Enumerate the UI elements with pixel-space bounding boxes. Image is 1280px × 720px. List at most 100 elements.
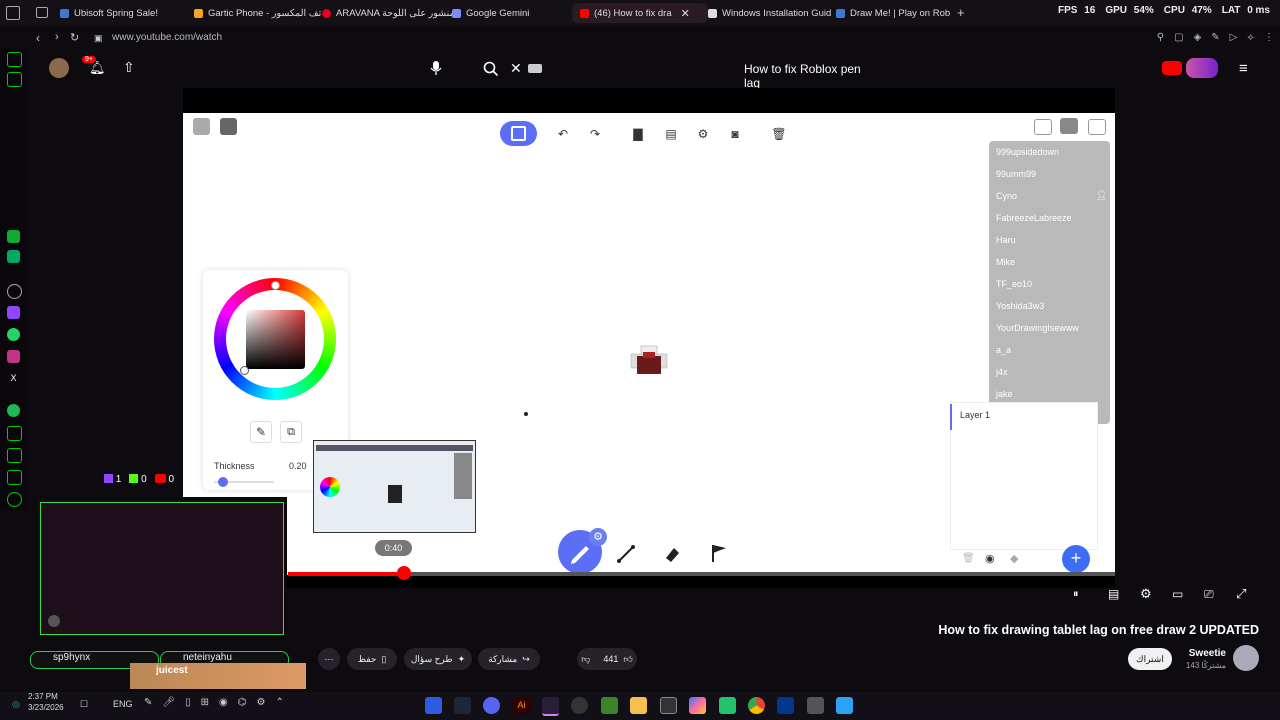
theater-mode-icon[interactable]: ▭ xyxy=(1172,587,1183,601)
tray-app-icon[interactable]: ◎ xyxy=(12,699,20,710)
taskbar-app-icon[interactable] xyxy=(425,697,442,714)
eraser-icon[interactable] xyxy=(661,543,683,565)
extensions-icon[interactable]: ⟡ xyxy=(1247,32,1254,43)
save-icon[interactable]: ▇ xyxy=(627,124,649,144)
play-icon[interactable]: ▷ xyxy=(1230,32,1238,43)
obs-icon[interactable] xyxy=(571,697,588,714)
tab-ubisoft[interactable]: Ubisoft Spring Sale! xyxy=(52,3,188,23)
notification-icon[interactable]: ☐ xyxy=(80,699,88,710)
tab-gartic-phone[interactable]: Gartic Phone - لعبة الهاتف المكسور xyxy=(186,3,322,23)
search-input[interactable]: How to fix Roblox pen lag xyxy=(744,62,864,90)
ask-button[interactable]: طرح سؤال ✦ xyxy=(404,648,472,670)
save-video-button[interactable]: حفظ ▯ xyxy=(347,648,397,670)
saturation-value-picker[interactable] xyxy=(246,310,305,369)
show-hidden-icon[interactable]: ⌃ xyxy=(275,697,283,708)
shield-icon[interactable]: ◈ xyxy=(1194,32,1202,43)
stats-icon[interactable] xyxy=(7,230,20,243)
extension-pin-icon[interactable]: ⚲ xyxy=(1157,32,1164,43)
microphone-icon[interactable] xyxy=(429,60,443,76)
battery-tray-icon[interactable]: ▯ xyxy=(185,697,191,708)
subtitles-icon[interactable]: ▤ xyxy=(1108,587,1119,601)
layer-delete-icon[interactable]: 🗑︎ xyxy=(962,553,975,564)
whatsapp-icon[interactable] xyxy=(7,328,20,341)
like-icon[interactable]: 👍︎ xyxy=(623,654,632,665)
cast-icon[interactable]: ⎚ xyxy=(1204,587,1214,602)
notes-icon[interactable] xyxy=(7,448,22,463)
trash-icon[interactable]: 🗑︎ xyxy=(768,124,790,144)
diamond-icon[interactable] xyxy=(7,470,22,485)
active-app-icon[interactable] xyxy=(542,697,559,716)
translate-icon[interactable]: ✎ xyxy=(1211,32,1219,43)
fullscreen-icon[interactable]: ⤢ xyxy=(1236,586,1246,602)
chrome-icon[interactable] xyxy=(748,697,765,714)
screenshot-icon[interactable]: ▢ xyxy=(1174,32,1183,43)
back-icon[interactable]: ‹ xyxy=(36,31,40,45)
channel-name[interactable]: Sweetie xyxy=(1189,648,1226,659)
more-actions-button[interactable]: ⋯ xyxy=(318,648,340,670)
home-icon[interactable] xyxy=(7,52,22,67)
player-name[interactable]: jake xyxy=(996,389,1013,399)
x-icon[interactable]: X xyxy=(7,372,20,385)
settings-toggle-icon[interactable] xyxy=(1088,119,1106,135)
forward-icon[interactable]: › xyxy=(55,31,59,43)
players-toggle-icon[interactable] xyxy=(1060,118,1078,134)
player-name[interactable]: 99umm99 xyxy=(996,169,1036,179)
chat-toggle-icon[interactable] xyxy=(220,118,237,135)
avatar[interactable] xyxy=(49,58,69,78)
progress-scrubber[interactable] xyxy=(397,566,411,580)
copy-color-icon[interactable]: ⧉ xyxy=(280,421,302,443)
wifi-tray-icon[interactable]: ⌬ xyxy=(238,697,247,708)
copilot-icon[interactable] xyxy=(689,697,706,714)
hue-handle[interactable] xyxy=(271,281,280,290)
mic-tray-icon[interactable]: 🎤︎ xyxy=(162,697,175,708)
settings-tray-icon[interactable]: ⚙ xyxy=(256,697,265,708)
dislike-icon[interactable]: 👎︎ xyxy=(581,654,590,665)
pen-tray-icon[interactable]: ✎ xyxy=(144,697,152,708)
tab-draw-me[interactable]: Draw Me! | Play on Rob xyxy=(828,3,968,23)
view-toggle-icon[interactable] xyxy=(1034,119,1052,135)
gear-icon[interactable]: ⚙ xyxy=(692,124,714,144)
volume-tray-icon[interactable]: ◉ xyxy=(219,697,228,708)
discord-icon[interactable] xyxy=(483,697,500,714)
twitch-icon[interactable] xyxy=(7,306,20,319)
add-layer-button[interactable]: + xyxy=(1062,545,1090,573)
clock-time[interactable]: 2:37 PM xyxy=(28,692,58,701)
store-icon[interactable] xyxy=(660,697,677,714)
clipboard-icon[interactable]: ▤ xyxy=(660,124,682,144)
spotify-icon[interactable] xyxy=(7,404,20,417)
clock-date[interactable]: 3/23/2026 xyxy=(28,703,64,712)
player-name[interactable]: Yoshida3w3 xyxy=(996,301,1044,311)
layer-visibility-icon[interactable]: ◉ xyxy=(985,552,995,565)
clear-search-icon[interactable]: ✕ xyxy=(510,60,522,77)
game-icon[interactable] xyxy=(7,72,22,87)
player-name[interactable]: a_a xyxy=(996,345,1011,355)
autoplay-toggle-icon[interactable]: ⏸ xyxy=(1073,588,1079,601)
tab-youtube-active[interactable]: (46) How to fix dra ✕ xyxy=(572,3,708,23)
window-switcher-icon[interactable] xyxy=(807,697,824,714)
network-tray-icon[interactable]: ⊞ xyxy=(201,697,209,708)
store-icon[interactable] xyxy=(7,250,20,263)
line-tool-icon[interactable] xyxy=(615,543,637,565)
settings-icon[interactable] xyxy=(7,492,22,507)
undo-icon[interactable]: ↶ xyxy=(552,124,574,144)
steam-icon[interactable] xyxy=(454,697,471,714)
menu-icon[interactable] xyxy=(7,426,22,441)
openai-icon[interactable] xyxy=(7,284,22,299)
tab-gemini[interactable]: Google Gemini xyxy=(444,3,580,23)
language-indicator[interactable]: ENG xyxy=(113,699,133,709)
minecraft-icon[interactable] xyxy=(601,697,618,714)
new-tab-icon[interactable]: + xyxy=(957,5,965,20)
roblox-menu-icon[interactable] xyxy=(193,118,210,135)
playstation-icon[interactable] xyxy=(777,697,794,714)
window-menu-icon[interactable] xyxy=(6,6,20,20)
player-name[interactable]: YourDrawingIsewww xyxy=(996,323,1079,333)
share-button[interactable]: مشاركة ↪ xyxy=(478,648,540,670)
video-progress-bar[interactable] xyxy=(288,572,1115,576)
channel-avatar[interactable] xyxy=(1233,645,1259,671)
layer-stack-icon[interactable]: ◆ xyxy=(1010,552,1018,565)
player-name[interactable]: 999upsidedown xyxy=(996,147,1059,157)
player-name[interactable]: FabreezeLabreeze xyxy=(996,213,1072,223)
color-handle[interactable] xyxy=(240,366,249,375)
pen-settings-icon[interactable]: ⚙ xyxy=(589,528,607,546)
reload-icon[interactable]: ↻ xyxy=(70,31,79,44)
